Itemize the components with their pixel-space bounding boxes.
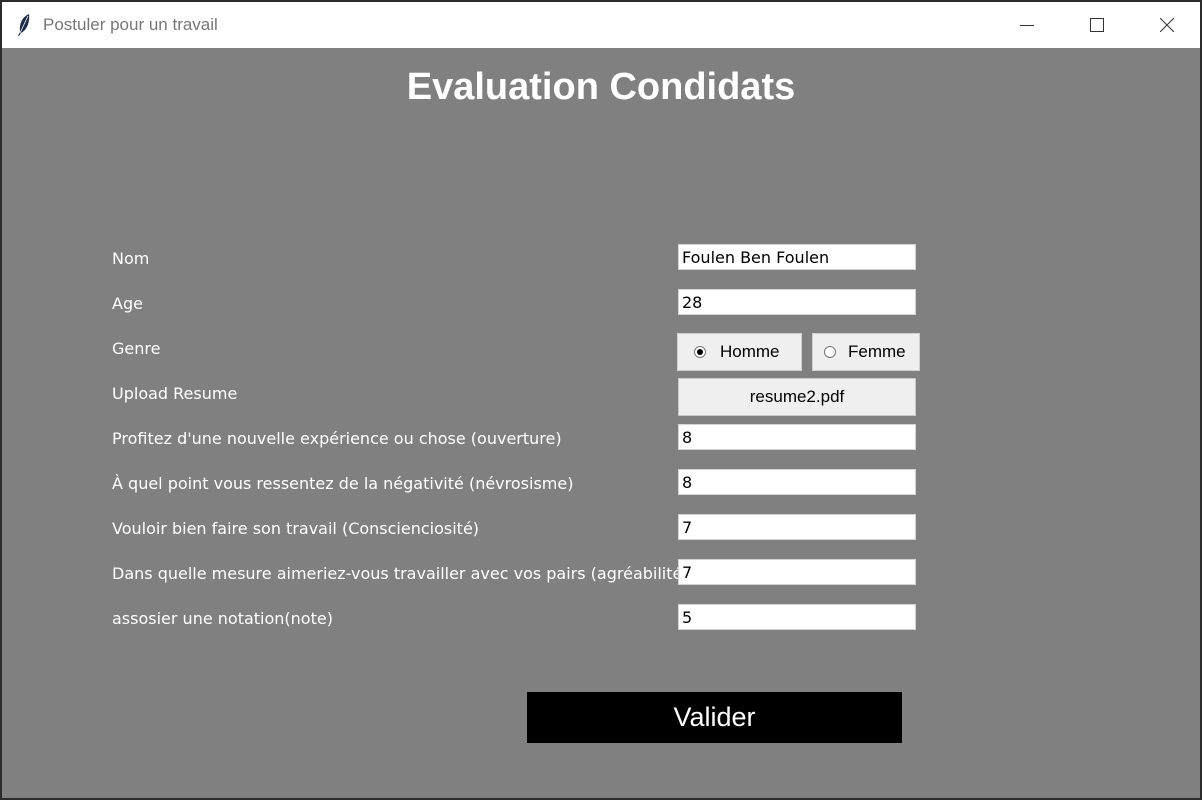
window-title: Postuler pour un travail bbox=[43, 15, 218, 34]
nevrosisme-input[interactable] bbox=[678, 469, 916, 495]
feather-icon bbox=[16, 13, 32, 37]
ouverture-label: Profitez d'une nouvelle expérience ou ch… bbox=[112, 429, 562, 448]
close-icon bbox=[1160, 18, 1174, 32]
nom-input[interactable] bbox=[678, 244, 916, 270]
note-input[interactable] bbox=[678, 604, 916, 630]
app-window: Postuler pour un travail Evaluation Cond… bbox=[2, 2, 1200, 798]
upload-resume-button[interactable]: resume2.pdf bbox=[678, 378, 916, 416]
age-label: Age bbox=[112, 294, 143, 313]
radio-homme-label: Homme bbox=[720, 342, 780, 361]
radio-checked-icon bbox=[694, 346, 706, 358]
conscienciosite-input[interactable] bbox=[678, 514, 916, 540]
maximize-button[interactable] bbox=[1062, 2, 1132, 48]
nevrosisme-label: À quel point vous ressentez de la négati… bbox=[112, 474, 574, 493]
valider-button[interactable]: Valider bbox=[527, 692, 902, 743]
close-button[interactable] bbox=[1132, 2, 1202, 48]
title-bar: Postuler pour un travail bbox=[2, 2, 1200, 48]
minimize-icon bbox=[1020, 25, 1034, 26]
page-title: Evaluation Condidats bbox=[406, 66, 796, 108]
agreabilite-label: Dans quelle mesure aimeriez-vous travail… bbox=[112, 564, 689, 583]
radio-homme[interactable]: Homme bbox=[677, 333, 802, 371]
maximize-icon bbox=[1090, 18, 1104, 32]
upload-resume-label: Upload Resume bbox=[112, 384, 238, 403]
radio-femme[interactable]: Femme bbox=[812, 333, 920, 371]
nom-label: Nom bbox=[112, 249, 150, 268]
genre-label: Genre bbox=[112, 339, 161, 358]
radio-unchecked-icon bbox=[824, 346, 836, 358]
note-label: assosier une notation(note) bbox=[112, 609, 333, 628]
conscienciosite-label: Vouloir bien faire son travail (Conscien… bbox=[112, 519, 480, 538]
radio-femme-label: Femme bbox=[848, 342, 906, 361]
ouverture-input[interactable] bbox=[678, 424, 916, 450]
agreabilite-input[interactable] bbox=[678, 559, 916, 585]
minimize-button[interactable] bbox=[992, 2, 1062, 48]
age-input[interactable] bbox=[678, 289, 916, 315]
